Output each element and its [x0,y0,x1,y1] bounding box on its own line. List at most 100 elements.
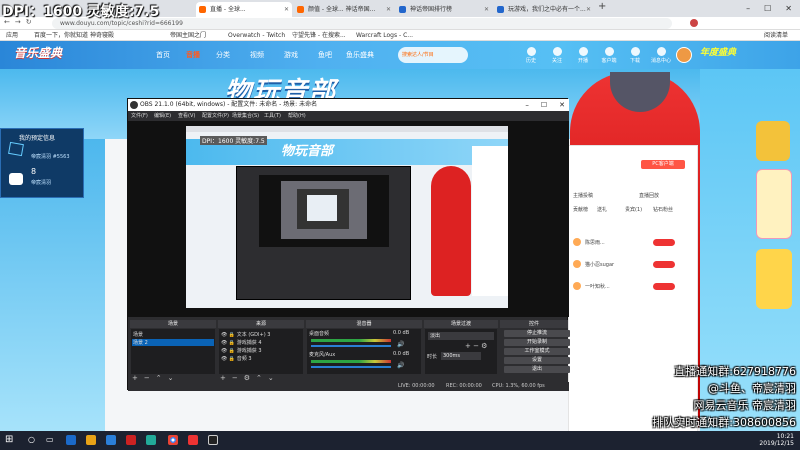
menu-help[interactable]: 帮助(H) [288,111,306,121]
douyu-logo[interactable]: 音乐盛典 [14,44,62,61]
minimize-icon[interactable]: – [746,0,750,17]
nav-festival[interactable]: 鱼乐盛典 [346,50,374,60]
menu-file[interactable]: 文件(F) [131,111,148,121]
close-icon[interactable]: ✕ [386,2,391,17]
tab-replay[interactable]: 直播回放 [639,192,659,199]
reading-list[interactable]: 阅读清单 [764,30,788,41]
scenes-dock: 场景 场景 场景 2 + − ⌃ ⌄ [130,320,216,383]
file-explorer-icon[interactable] [86,435,96,445]
settings-button[interactable]: 设置 [504,357,570,364]
stop-streaming-button[interactable]: 停止推流 [504,330,570,337]
browser-tab[interactable]: 玩游戏，我们之中必有一个... ✕ [494,2,594,17]
windows-start-icon[interactable]: ⊞ [5,435,13,445]
close-icon[interactable]: ✕ [586,2,591,17]
speaker-icon[interactable]: 🔊 [397,341,404,348]
task-view-icon[interactable]: ▭ [46,435,54,444]
exit-button[interactable]: 退出 [504,366,570,373]
tab-contribute[interactable]: 主播投稿 [573,192,593,199]
source-item[interactable]: 👁 🔒 游戏捕获 3 [221,347,262,354]
menu-edit[interactable]: 编辑(E) [154,111,171,121]
app-icon[interactable] [146,435,156,445]
start-recording-button[interactable]: 开始录制 [504,339,570,346]
browser-tab[interactable]: 颜值 - 全球... 神话帝国... ✕ [294,2,394,17]
bookmark-item[interactable]: 应用 [6,30,18,41]
studio-mode-button[interactable]: 工作室模式 [504,348,570,355]
gift-box-icon[interactable] [756,121,790,161]
tab-vip[interactable]: 贵宾(1) [625,206,642,213]
transition-select[interactable]: 淡出 [428,332,494,340]
search-icon[interactable]: ○ [28,435,35,444]
nav-game[interactable]: 游戏 [284,50,298,60]
bookmark-item[interactable]: 百度一下，你就知道 [34,30,88,41]
promo-card[interactable] [756,169,792,239]
menu-tools[interactable]: 工具(T) [264,111,281,121]
download-icon[interactable]: 下载 [624,47,646,64]
booking-line: 帝宸清羽 [31,180,52,186]
new-tab-button[interactable]: + [598,1,606,12]
search-input[interactable]: 搜索达人/节目 [398,47,468,63]
menu-scene-collection[interactable]: 场景集合(S) [232,111,259,121]
tab-rank[interactable]: 贡献榜 [573,206,588,213]
profile-icon[interactable] [690,19,698,27]
clock[interactable]: 10:21 2019/12/15 [759,433,794,447]
annual-badge[interactable]: 年度盛典 [700,45,736,58]
bookmark-item[interactable]: 神奇寝殿 [90,30,114,41]
maximize-icon[interactable]: ☐ [541,99,547,111]
dock-title: 控件 [500,320,568,328]
obs-preview[interactable]: 物玩音部 DPI：1600 灵敏度:7.5 [128,121,569,317]
scene-item[interactable]: 场景 [133,331,143,338]
message-icon[interactable]: 消息中心 [650,47,672,64]
obs-icon[interactable] [208,435,218,445]
chrome-icon[interactable] [168,435,178,445]
maximize-icon[interactable]: ☐ [764,0,771,17]
nav-video[interactable]: 视频 [250,50,264,60]
close-icon[interactable]: ✕ [785,0,792,17]
mixer-level: 0.0 dB [393,330,410,336]
menu-profile[interactable]: 配置文件(P) [202,111,229,121]
nav-home[interactable]: 首页 [156,50,170,60]
close-icon[interactable]: ✕ [559,99,565,111]
list-item: 猫小忍sugar [585,262,615,268]
broadcast-icon[interactable]: 开播 [572,47,594,64]
browser-tab[interactable]: 神话帝国排行榜 ✕ [396,2,492,17]
bookmark-item[interactable]: Overwatch - Twitch [228,30,285,41]
close-icon[interactable]: ✕ [284,2,289,17]
avatar[interactable] [676,47,692,63]
duration-input[interactable]: 300ms [441,352,481,360]
app-icon[interactable] [126,435,136,445]
bookmark-item[interactable]: 帝国主国之门 [170,30,206,41]
browser-tab[interactable]: 直播 - 全球... ✕ [196,2,292,17]
source-item[interactable]: 👁 🔒 音频 3 [221,355,252,362]
follow-icon[interactable]: 关注 [546,47,568,64]
bookmark-item[interactable]: Warcraft Logs - C... [356,30,413,41]
steam-icon[interactable] [66,435,76,445]
tab-gift[interactable]: 送礼 [597,206,607,213]
avatar [573,260,581,268]
minimize-icon[interactable]: – [525,99,529,111]
volume-slider[interactable] [311,366,391,368]
close-icon[interactable]: ✕ [484,2,489,17]
app-icon[interactable] [188,435,198,445]
speaker-icon[interactable]: 🔊 [397,362,404,369]
pc-client-button[interactable]: PC客户端 [641,160,685,169]
douyu-favicon [297,6,304,13]
clock-time: 10:21 [776,433,794,440]
bookmark-item[interactable]: 守望先锋 - 在搜索... [292,30,346,41]
scene-item[interactable]: 场景 2 [132,339,214,346]
nav-music[interactable]: 音播 [186,50,200,60]
app-icon[interactable] [106,435,116,445]
volume-slider[interactable] [311,345,391,347]
obs-title-bar[interactable]: OBS 21.1.0 (64bit, windows) - 配置文件: 未命名 … [128,99,569,111]
source-item[interactable]: 👁 🔒 文本 (GDI+) 3 [221,331,270,338]
add-remove-icon[interactable]: + − ⚙ [465,342,487,350]
nav-category[interactable]: 分类 [216,50,230,60]
menu-view[interactable]: 查看(V) [178,111,195,121]
history-icon[interactable]: 历史 [520,47,542,64]
event-card[interactable] [756,249,792,309]
tab-fans[interactable]: 钻石粉丝 [653,206,673,213]
nested-preview-3 [297,189,349,229]
client-icon[interactable]: 客户端 [598,47,620,64]
source-item[interactable]: 👁 🔒 游戏捕获 4 [221,339,262,346]
nav-yuba[interactable]: 鱼吧 [318,50,332,60]
clock-date: 2019/12/15 [759,440,794,447]
